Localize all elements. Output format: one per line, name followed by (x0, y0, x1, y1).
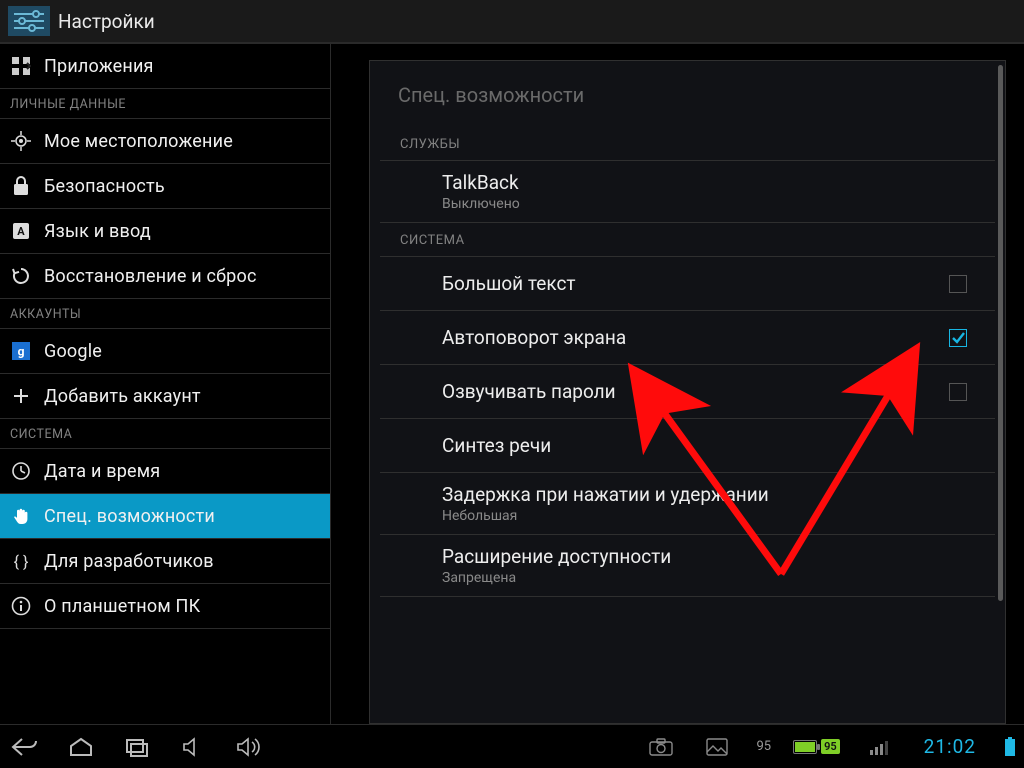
navbar: 95 95 21:02 (0, 724, 1024, 768)
checkbox-speak-passwords[interactable] (949, 383, 967, 401)
row-label: TalkBack (442, 171, 520, 194)
sidebar-item-location[interactable]: Мое местоположение (0, 119, 330, 164)
language-icon: A (10, 220, 32, 242)
sidebar-item-label: Мое местоположение (44, 131, 233, 152)
sidebar-item-developer[interactable]: { } Для разработчиков (0, 539, 330, 584)
sidebar-item-label: Google (44, 341, 102, 362)
sidebar-item-label: Добавить аккаунт (44, 386, 201, 407)
sidebar-item-label: Безопасность (44, 176, 165, 197)
hand-icon (10, 505, 32, 527)
lock-icon (10, 175, 32, 197)
nav-volume-down-button[interactable] (176, 734, 210, 760)
svg-text:A: A (17, 225, 25, 238)
location-icon (10, 130, 32, 152)
sidebar-item-security[interactable]: Безопасность (0, 164, 330, 209)
sidebar-item-language[interactable]: A Язык и ввод (0, 209, 330, 254)
image-status-icon (700, 734, 734, 760)
settings-icon (4, 3, 54, 39)
sidebar-item-label: Для разработчиков (44, 551, 214, 572)
sidebar-item-label: О планшетном ПК (44, 596, 200, 617)
row-label: Расширение доступности (442, 545, 671, 568)
signal-icon (862, 734, 896, 760)
sidebar-item-label: Спец. возможности (44, 506, 215, 527)
sidebar-section-accounts: АККАУНТЫ (0, 299, 330, 329)
battery-percent-text: 95 (756, 739, 771, 754)
row-label: Синтез речи (442, 434, 551, 457)
titlebar: Настройки (0, 0, 1024, 44)
sidebar-item-label: Восстановление и сброс (44, 266, 257, 287)
svg-text:g: g (18, 345, 25, 359)
scrollbar-thumb[interactable] (998, 65, 1003, 601)
sidebar-item-accessibility[interactable]: Спец. возможности (0, 494, 330, 539)
row-large-text[interactable]: Большой текст (380, 257, 995, 311)
row-talkback[interactable]: TalkBack Выключено (380, 161, 995, 223)
panel-title: Спец. возможности (370, 61, 1005, 127)
info-icon (10, 595, 32, 617)
sidebar: Приложения ЛИЧНЫЕ ДАННЫЕ Мое местоположе… (0, 44, 331, 724)
row-sublabel: Запрещена (442, 570, 671, 586)
section-services: СЛУЖБЫ (380, 127, 995, 161)
battery-icon (1004, 737, 1016, 757)
battery-badge-icon: 95 (793, 739, 840, 754)
apps-icon (10, 55, 32, 77)
row-sublabel: Небольшая (442, 508, 769, 524)
plus-icon (10, 385, 32, 407)
row-label: Озвучивать пароли (442, 380, 616, 403)
row-label: Большой текст (442, 272, 576, 295)
nav-back-button[interactable] (8, 734, 42, 760)
checkbox-auto-rotate[interactable] (949, 329, 967, 347)
page-title: Настройки (58, 10, 155, 33)
nav-home-button[interactable] (64, 734, 98, 760)
row-accessibility-extension[interactable]: Расширение доступности Запрещена (380, 535, 995, 597)
sidebar-item-label: Дата и время (44, 461, 160, 482)
row-sublabel: Выключено (442, 196, 520, 212)
nav-volume-up-button[interactable] (232, 734, 266, 760)
restore-icon (10, 265, 32, 287)
sidebar-item-about[interactable]: О планшетном ПК (0, 584, 330, 629)
row-touch-delay[interactable]: Задержка при нажатии и удержании Небольш… (380, 473, 995, 535)
braces-icon: { } (10, 550, 32, 572)
camera-status-icon (644, 734, 678, 760)
row-tts[interactable]: Синтез речи (380, 419, 995, 473)
row-label: Задержка при нажатии и удержании (442, 483, 769, 506)
sidebar-item-google[interactable]: g Google (0, 329, 330, 374)
sidebar-section-system: СИСТЕМА (0, 419, 330, 449)
sidebar-item-datetime[interactable]: Дата и время (0, 449, 330, 494)
sidebar-item-label: Язык и ввод (44, 221, 151, 242)
checkbox-large-text[interactable] (949, 275, 967, 293)
row-label: Автоповорот экрана (442, 326, 626, 349)
clock: 21:02 (924, 735, 976, 758)
sidebar-item-label: Приложения (44, 56, 154, 77)
sidebar-item-apps[interactable]: Приложения (0, 44, 330, 89)
accessibility-panel: Спец. возможности СЛУЖБЫ TalkBack Выключ… (369, 60, 1006, 724)
row-speak-passwords[interactable]: Озвучивать пароли (380, 365, 995, 419)
sidebar-item-add-account[interactable]: Добавить аккаунт (0, 374, 330, 419)
nav-recent-button[interactable] (120, 734, 154, 760)
google-icon: g (10, 340, 32, 362)
row-auto-rotate[interactable]: Автоповорот экрана (380, 311, 995, 365)
section-system: СИСТЕМА (380, 223, 995, 257)
sidebar-item-backup-reset[interactable]: Восстановление и сброс (0, 254, 330, 299)
scrollbar[interactable] (998, 65, 1003, 719)
clock-icon (10, 460, 32, 482)
sidebar-section-personal: ЛИЧНЫЕ ДАННЫЕ (0, 89, 330, 119)
